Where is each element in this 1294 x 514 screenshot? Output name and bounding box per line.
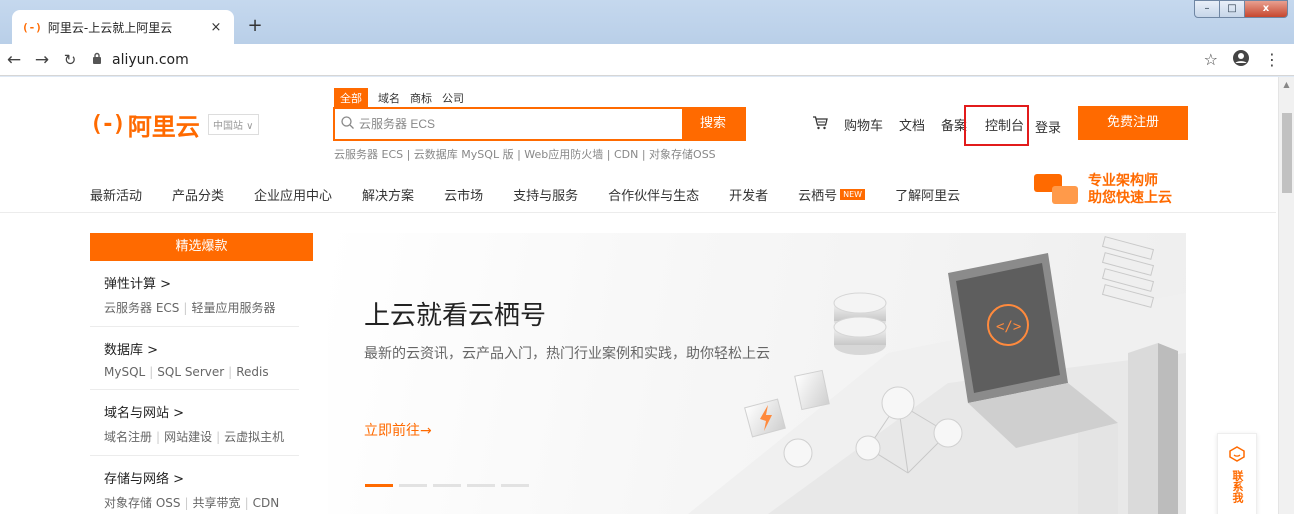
hot-search-links[interactable]: 云服务器 ECS | 云数据库 MySQL 版 | Web应用防火墙 | CDN…: [334, 146, 716, 162]
login-link[interactable]: 登录: [1035, 117, 1061, 136]
cart-link[interactable]: 购物车: [812, 115, 883, 134]
search-tab-company[interactable]: 公司: [442, 90, 464, 106]
main-nav: 最新活动 产品分类 企业应用中心 解决方案 云市场 支持与服务 合作伙伴与生态 …: [90, 185, 990, 204]
scroll-up-icon[interactable]: ▲: [1279, 80, 1294, 89]
new-tab-button[interactable]: +: [242, 15, 268, 39]
svg-text:</>: </>: [996, 319, 1021, 335]
menu-icon[interactable]: ⋮: [1264, 50, 1280, 69]
sidebar-link[interactable]: Redis: [236, 365, 268, 379]
sidebar-link[interactable]: 对象存储 OSS: [104, 496, 181, 510]
forward-arrow-icon[interactable]: →: [28, 50, 56, 70]
search-tab-all[interactable]: 全部: [334, 88, 368, 108]
carousel-dot[interactable]: [467, 484, 495, 487]
chat-icon: [1034, 174, 1080, 206]
sidebar-link[interactable]: 域名注册: [104, 430, 152, 444]
architect-promo[interactable]: 专业架构师 助您快速上云: [1034, 173, 1172, 207]
sidebar-link[interactable]: 网站建设: [164, 430, 212, 444]
sidebar-section-title[interactable]: 弹性计算 >: [104, 273, 285, 292]
carousel-dot[interactable]: [399, 484, 427, 487]
profile-icon[interactable]: [1232, 49, 1250, 71]
sidebar-section-title[interactable]: 存储与网络 >: [104, 468, 285, 487]
logo-text: 阿里云: [127, 113, 200, 141]
carousel-dot[interactable]: [501, 484, 529, 487]
star-icon[interactable]: ☆: [1204, 50, 1218, 69]
search-tab-trademark[interactable]: 商标: [410, 90, 432, 106]
search-input[interactable]: [359, 117, 682, 131]
sidebar-section-compute: 弹性计算 > 云服务器 ECS | 轻量应用服务器: [90, 261, 299, 327]
nav-item-developers[interactable]: 开发者: [729, 185, 768, 204]
browser-tabstrip: (-) 阿里云-上云就上阿里云 × + – □ x: [0, 0, 1294, 44]
browser-toolbar: ← → ↻ aliyun.com ☆ ⋮: [0, 44, 1294, 76]
toolbar-actions: ☆ ⋮: [1204, 49, 1294, 71]
aliyun-logo-icon: (-): [90, 112, 126, 137]
nav-item-solutions[interactable]: 解决方案: [362, 185, 414, 204]
web-page: (-) 阿里云 中国站 ∨ 全部 域名 商标 公司 搜索 云服务器 ECS | …: [0, 77, 1294, 514]
lock-icon: [92, 52, 102, 67]
cart-label: 购物车: [844, 119, 884, 134]
banner-cta-link[interactable]: 立即前往→: [364, 420, 432, 440]
console-highlight-box: [964, 105, 1029, 146]
search-button[interactable]: 搜索: [682, 109, 744, 139]
sidebar-link[interactable]: 轻量应用服务器: [191, 301, 275, 315]
tab-close-icon[interactable]: ×: [208, 20, 224, 35]
sidebar-section-title[interactable]: 域名与网站 >: [104, 402, 285, 421]
carousel-dots: [365, 484, 529, 487]
sidebar-link[interactable]: MySQL: [104, 365, 145, 379]
url-text: aliyun.com: [112, 51, 189, 68]
new-badge: NEW: [840, 189, 866, 200]
search-tab-domain[interactable]: 域名: [378, 90, 400, 106]
search-tabs: 全部 域名 商标 公司: [334, 88, 464, 108]
promo-line1: 专业架构师: [1088, 173, 1158, 189]
site-selector[interactable]: 中国站 ∨: [208, 114, 259, 135]
sidebar-section-database: 数据库 > MySQL | SQL Server | Redis: [90, 327, 299, 390]
sidebar-section-storage: 存储与网络 > 对象存储 OSS | 共享带宽 | CDN: [90, 456, 299, 514]
search-box: 搜索: [333, 107, 746, 141]
search-icon: [335, 115, 359, 133]
nav-item-product-categories[interactable]: 产品分类: [172, 185, 224, 204]
register-button[interactable]: 免费注册: [1078, 106, 1188, 140]
nav-item-enterprise-apps[interactable]: 企业应用中心: [254, 185, 332, 204]
nav-item-yunqi-label: 云栖号: [798, 189, 838, 204]
browser-tab[interactable]: (-) 阿里云-上云就上阿里云 ×: [12, 10, 234, 44]
aliyun-logo[interactable]: (-) 阿里云: [90, 107, 200, 142]
aliyun-favicon-icon: (-): [22, 20, 42, 34]
sidebar-link[interactable]: SQL Server: [157, 365, 224, 379]
carousel-dot[interactable]: [365, 484, 393, 487]
back-arrow-icon[interactable]: ←: [0, 50, 28, 70]
featured-sidebar: 精选爆款 弹性计算 > 云服务器 ECS | 轻量应用服务器 数据库 > MySQL…: [90, 233, 313, 514]
promo-line2: 助您快速上云: [1088, 190, 1172, 206]
site-header: (-) 阿里云 中国站 ∨ 全部 域名 商标 公司 搜索 云服务器 ECS | …: [0, 77, 1276, 213]
docs-link[interactable]: 文档: [899, 115, 925, 134]
hero-banner[interactable]: 上云就看云栖号 最新的云资讯，云产品入门，热门行业案例和实践，助你轻松上云 立即…: [328, 233, 1186, 514]
nav-item-yunqi[interactable]: 云栖号 NEW: [798, 185, 866, 204]
reload-icon[interactable]: ↻: [56, 51, 84, 69]
sidebar-section-title[interactable]: 数据库 >: [104, 339, 285, 358]
carousel-dot[interactable]: [433, 484, 461, 487]
sidebar-link[interactable]: 共享带宽: [193, 496, 241, 510]
nav-item-marketplace[interactable]: 云市场: [444, 185, 483, 204]
sidebar-link[interactable]: 云服务器 ECS: [104, 301, 179, 315]
banner-title: 上云就看云栖号: [364, 301, 547, 331]
contact-us-widget[interactable]: 联系我: [1217, 433, 1257, 514]
nav-item-latest-activities[interactable]: 最新活动: [90, 185, 142, 204]
scroll-thumb[interactable]: [1282, 113, 1292, 193]
nav-item-partners[interactable]: 合作伙伴与生态: [608, 185, 699, 204]
nav-item-support[interactable]: 支持与服务: [513, 185, 578, 204]
maximize-button[interactable]: □: [1219, 0, 1245, 18]
page-scrollbar[interactable]: ▲: [1278, 77, 1294, 514]
nav-item-about[interactable]: 了解阿里云: [895, 185, 960, 204]
close-window-button[interactable]: x: [1244, 0, 1288, 18]
sidebar-section-domain: 域名与网站 > 域名注册 | 网站建设 | 云虚拟主机: [90, 390, 299, 456]
address-bar[interactable]: aliyun.com: [92, 52, 1204, 68]
sidebar-link[interactable]: 云虚拟主机: [224, 430, 284, 444]
sidebar-link[interactable]: CDN: [253, 496, 280, 510]
sidebar-header: 精选爆款: [90, 233, 313, 261]
cart-icon: [812, 115, 828, 134]
window-controls: – □ x: [1194, 0, 1288, 18]
chat-icon: [1218, 446, 1256, 466]
tab-title: 阿里云-上云就上阿里云: [47, 20, 173, 35]
minimize-button[interactable]: –: [1194, 0, 1220, 18]
contact-text: 联系我: [1231, 470, 1244, 503]
banner-illustration: </>: [688, 236, 1186, 514]
